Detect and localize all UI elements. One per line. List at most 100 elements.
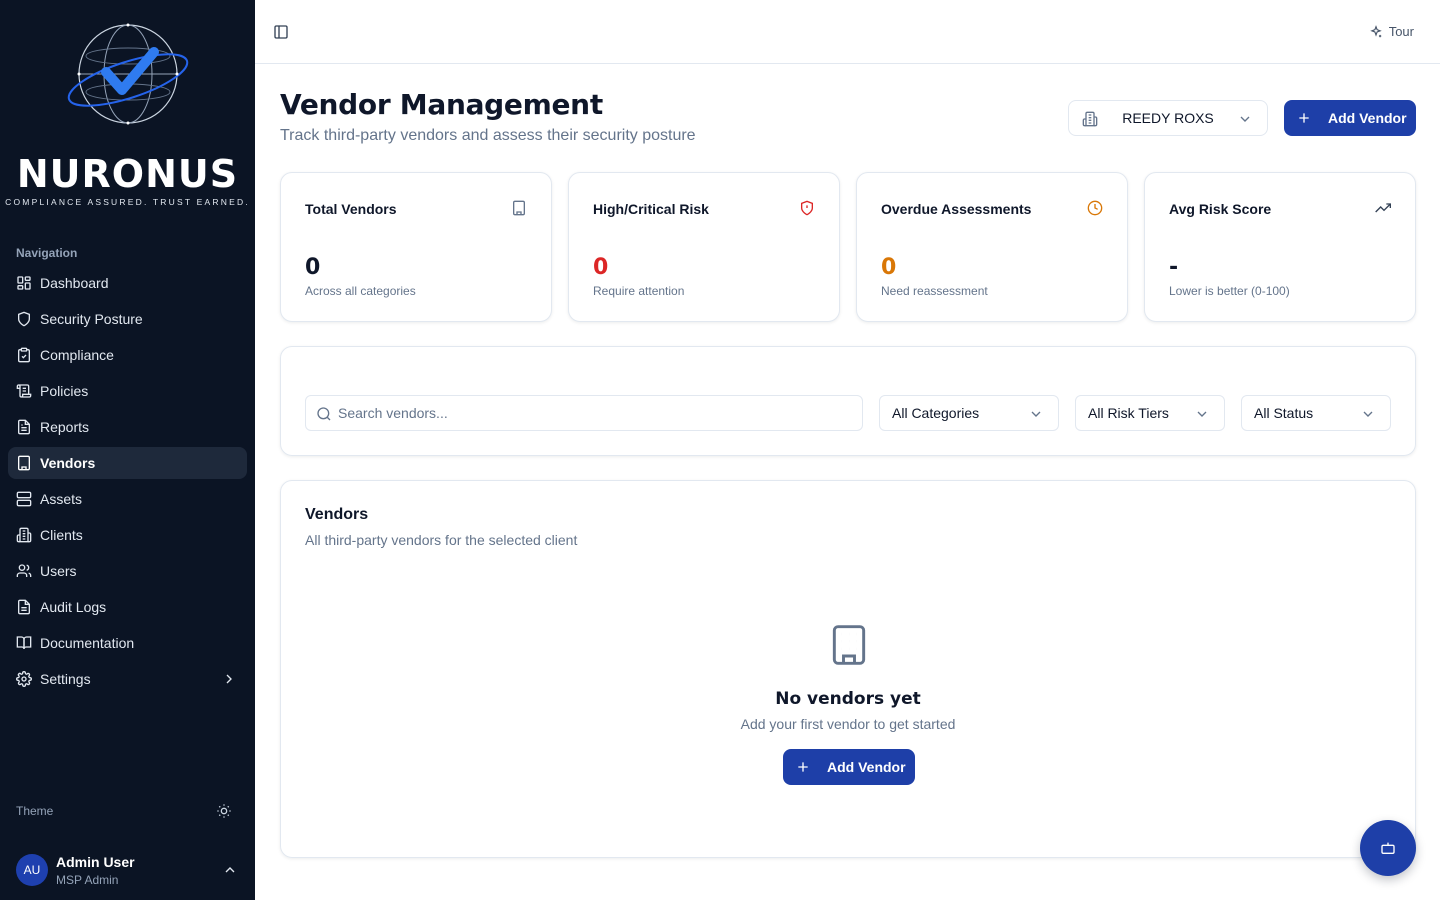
building-icon xyxy=(513,200,525,216)
stat-label: Overdue Assessments xyxy=(881,201,1032,217)
add-vendor-label: Add Vendor xyxy=(827,759,906,775)
avatar: AU xyxy=(16,854,48,886)
brand-name: NURONUS xyxy=(16,152,239,196)
sidebar-item-label: Documentation xyxy=(40,635,135,651)
add-vendor-button[interactable]: Add Vendor xyxy=(1284,100,1416,136)
chevron-down-icon xyxy=(1197,411,1207,417)
stat-card-total-vendors: Total Vendors 0 Across all categories xyxy=(280,172,552,322)
status-select[interactable]: All Status xyxy=(1241,395,1391,431)
sidebar-item-label: Vendors xyxy=(40,455,96,471)
bot-icon xyxy=(1381,842,1395,854)
search-input[interactable] xyxy=(338,396,858,430)
chevron-down-icon xyxy=(1031,411,1041,417)
sidebar-item-label: Audit Logs xyxy=(40,599,107,615)
sidebar-item-label: Dashboard xyxy=(40,275,109,291)
stat-card-overdue-assessments: Overdue Assessments 0 Need reassessment xyxy=(856,172,1128,322)
sparkles-icon xyxy=(1369,24,1382,37)
users-icon xyxy=(16,563,32,579)
stat-label: High/Critical Risk xyxy=(593,201,709,217)
shield-alert-icon xyxy=(801,200,813,216)
stat-label: Total Vendors xyxy=(305,201,397,217)
vendors-card: Vendors All third-party vendors for the … xyxy=(280,480,1416,858)
user-menu[interactable]: AU Admin User MSP Admin xyxy=(16,852,240,888)
stat-value: - xyxy=(1169,255,1179,280)
sidebar-item-label: Policies xyxy=(40,383,89,399)
clipboard-check-icon xyxy=(16,347,32,363)
category-select[interactable]: All Categories xyxy=(879,395,1059,431)
sidebar-item-security-posture[interactable]: Security Posture xyxy=(8,303,247,335)
vendors-subtitle: All third-party vendors for the selected… xyxy=(305,532,578,548)
sidebar-item-policies[interactable]: Policies xyxy=(8,375,247,407)
sidebar-item-label: Users xyxy=(40,563,77,579)
stat-card-high-critical-risk: High/Critical Risk 0 Require attention xyxy=(568,172,840,322)
sidebar-item-label: Compliance xyxy=(40,347,114,363)
shield-icon xyxy=(16,311,32,327)
brand-tagline: COMPLIANCE ASSURED. TRUST EARNED. xyxy=(5,197,250,207)
globe-check-icon xyxy=(67,23,189,125)
sidebar-item-audit-logs[interactable]: Audit Logs xyxy=(8,591,247,623)
sidebar-item-clients[interactable]: Clients xyxy=(8,519,247,551)
add-vendor-empty-button[interactable]: Add Vendor xyxy=(783,749,915,785)
file-text-icon xyxy=(16,419,32,435)
risk-tier-select-value: All Risk Tiers xyxy=(1088,405,1169,421)
tour-label: Tour xyxy=(1388,24,1414,39)
stat-note: Need reassessment xyxy=(881,284,988,298)
user-role: MSP Admin xyxy=(56,872,119,887)
filter-card: All Categories All Risk Tiers All Status xyxy=(280,346,1416,456)
chevron-down-icon xyxy=(1363,411,1373,417)
sidebar-item-settings[interactable]: Settings xyxy=(8,663,247,695)
risk-tier-select[interactable]: All Risk Tiers xyxy=(1075,395,1225,431)
user-name: Admin User xyxy=(56,853,135,870)
sidebar-item-vendors[interactable]: Vendors xyxy=(8,447,247,479)
theme-row: Theme xyxy=(16,803,232,819)
stat-label: Avg Risk Score xyxy=(1169,201,1272,217)
stat-value: 0 xyxy=(305,255,321,280)
status-select-value: All Status xyxy=(1254,405,1314,421)
empty-state-subtitle: Add your first vendor to get started xyxy=(740,716,956,732)
sidebar-item-dashboard[interactable]: Dashboard xyxy=(8,267,247,299)
sidebar-item-compliance[interactable]: Compliance xyxy=(8,339,247,371)
chevron-down-icon xyxy=(1240,116,1250,122)
trending-up-icon xyxy=(1375,203,1391,213)
sidebar-item-documentation[interactable]: Documentation xyxy=(8,627,247,659)
sun-icon[interactable] xyxy=(216,803,232,819)
theme-label: Theme xyxy=(16,804,54,818)
brand-logo[interactable]: NURONUS COMPLIANCE ASSURED. TRUST EARNED… xyxy=(0,18,255,218)
sidebar-toggle-icon[interactable] xyxy=(273,24,289,40)
stat-value: 0 xyxy=(881,255,897,280)
assistant-button[interactable] xyxy=(1360,820,1416,876)
scroll-icon xyxy=(16,383,32,399)
sidebar-item-label: Settings xyxy=(40,671,91,687)
topbar: Tour xyxy=(255,0,1440,64)
building-icon xyxy=(832,625,866,665)
sidebar-nav: Dashboard Security Posture Compliance Po… xyxy=(8,267,247,699)
stat-value: 0 xyxy=(593,255,609,280)
client-select[interactable]: REEDY ROXS xyxy=(1068,100,1268,136)
page-title: Vendor Management xyxy=(280,88,603,121)
dashboard-icon xyxy=(16,275,32,291)
stat-note: Require attention xyxy=(593,284,685,298)
server-icon xyxy=(16,491,32,507)
tour-button[interactable]: Tour xyxy=(1369,24,1414,39)
nav-heading: Navigation xyxy=(16,246,78,260)
sidebar-item-label: Assets xyxy=(40,491,83,507)
sidebar-item-assets[interactable]: Assets xyxy=(8,483,247,515)
sidebar-item-reports[interactable]: Reports xyxy=(8,411,247,443)
search-box xyxy=(305,395,863,431)
sidebar-item-users[interactable]: Users xyxy=(8,555,247,587)
empty-state-title: No vendors yet xyxy=(775,689,921,709)
page-subtitle: Track third-party vendors and assess the… xyxy=(280,127,696,144)
search-icon xyxy=(317,407,331,421)
sidebar: NURONUS COMPLIANCE ASSURED. TRUST EARNED… xyxy=(0,0,255,900)
chevron-up-icon xyxy=(225,867,235,873)
stat-note: Across all categories xyxy=(305,284,416,298)
category-select-value: All Categories xyxy=(892,405,980,421)
stat-card-avg-risk-score: Avg Risk Score - Lower is better (0-100) xyxy=(1144,172,1416,322)
clock-icon xyxy=(1087,200,1103,216)
file-list-icon xyxy=(16,599,32,615)
chevron-right-icon xyxy=(226,674,232,684)
sidebar-item-label: Clients xyxy=(40,527,83,543)
sidebar-item-label: Reports xyxy=(40,419,90,435)
plus-icon xyxy=(1299,113,1309,123)
buildings-icon xyxy=(16,527,32,543)
